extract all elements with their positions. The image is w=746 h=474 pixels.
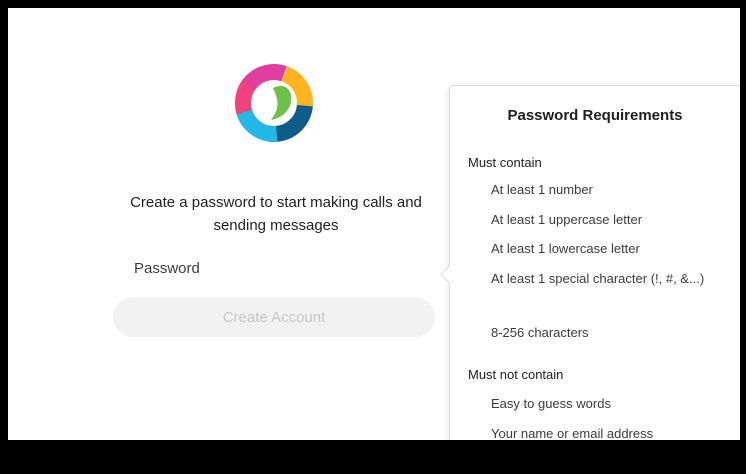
requirement-item: At least 1 lowercase letter	[491, 241, 640, 256]
password-requirements-popover: Password Requirements Must contain At le…	[440, 85, 740, 440]
popover-arrow	[440, 265, 459, 284]
signup-window: Create a password to start making calls …	[8, 8, 740, 440]
requirements-title: Password Requirements	[507, 107, 683, 124]
must-contain-heading: Must contain	[468, 155, 542, 170]
requirement-item: At least 1 uppercase letter	[491, 212, 643, 227]
create-account-button[interactable]: Create Account	[113, 297, 435, 337]
restriction-item: Easy to guess words	[491, 396, 611, 411]
webex-logo-icon	[235, 64, 313, 142]
requirement-item: At least 1 number	[491, 182, 593, 197]
requirement-item: 8-256 characters	[491, 325, 589, 340]
requirement-item: At least 1 special character (!, #, &...…	[491, 271, 705, 286]
signup-subtitle: Create a password to start making calls …	[130, 194, 422, 234]
password-input[interactable]	[114, 254, 436, 282]
must-not-contain-heading: Must not contain	[468, 367, 564, 382]
restriction-item: Your name or email address	[491, 426, 654, 440]
